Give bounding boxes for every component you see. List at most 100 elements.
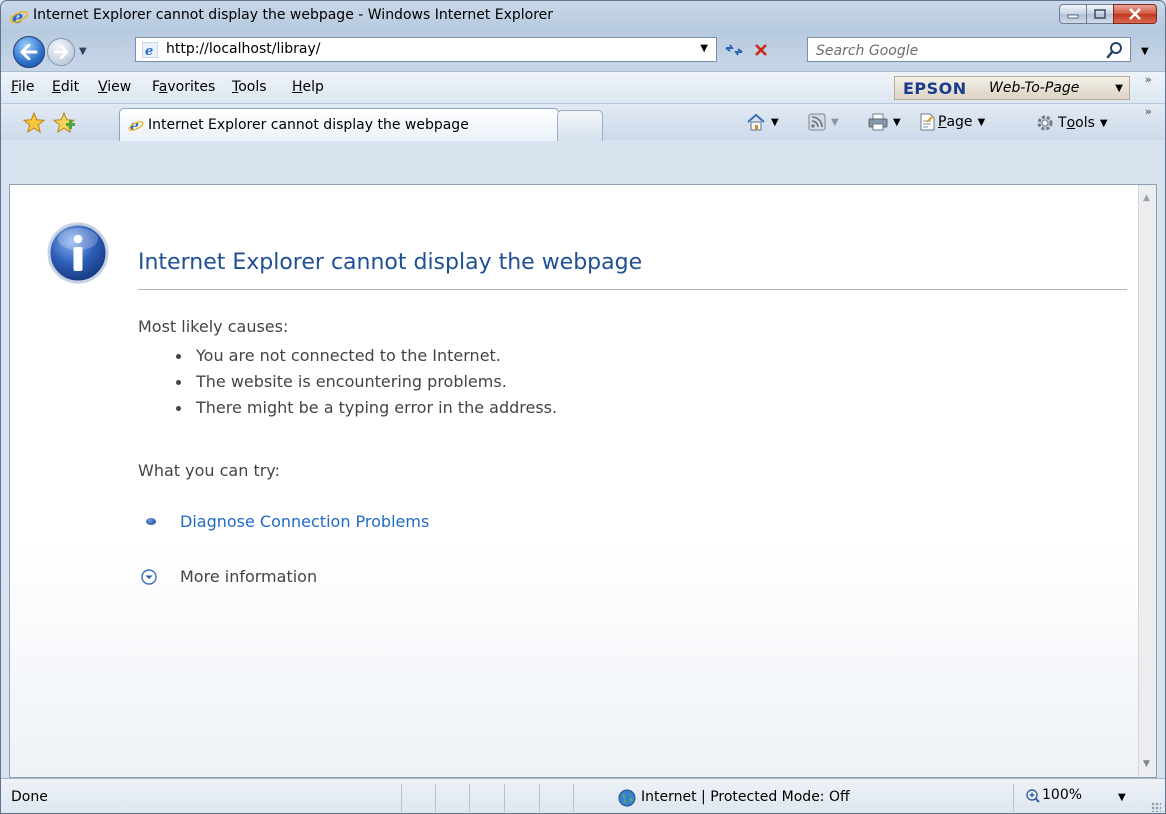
heading-divider (138, 289, 1127, 290)
page-menu-label: age (946, 114, 973, 130)
window-title: Internet Explorer cannot display the web… (33, 7, 554, 23)
status-divider (539, 784, 540, 812)
tools-menu-dropdown[interactable]: ▼ (1100, 118, 1108, 129)
status-divider (435, 784, 436, 812)
address-url: http://localhost/libray/ (166, 41, 321, 57)
page-menu-dropdown[interactable]: ▼ (978, 117, 986, 128)
page-icon-command (920, 113, 935, 131)
status-bar: Done Internet | Protected Mode: Off 100%… (1, 778, 1165, 813)
zoom-level[interactable]: 100% (1042, 787, 1082, 803)
page-menu-key: P (938, 114, 947, 130)
feeds-dropdown[interactable]: ▼ (831, 117, 839, 128)
epson-toolbar[interactable]: EPSON Web-To-Page ▼ (894, 76, 1130, 100)
epson-logo: EPSON (903, 79, 967, 98)
close-icon (1129, 8, 1141, 20)
list-item: There might be a typing error in the add… (173, 395, 557, 421)
tools-menu-prefix: T (1058, 115, 1067, 131)
refresh-icon (725, 44, 743, 56)
title-bar[interactable]: e Internet Explorer cannot display the w… (1, 1, 1165, 31)
forward-arrow-icon (53, 45, 69, 59)
tab-title: Internet Explorer cannot display the web… (148, 117, 469, 133)
close-button[interactable] (1113, 4, 1157, 24)
menu-edit[interactable]: Edit (52, 79, 79, 95)
page-menu-button[interactable]: Page ▼ (918, 113, 985, 131)
try-label: What you can try: (138, 461, 280, 480)
menu-view[interactable]: View (98, 79, 131, 95)
stop-button[interactable] (749, 39, 773, 61)
tab-current-page[interactable]: e Internet Explorer cannot display the w… (119, 108, 559, 141)
search-input[interactable] (808, 38, 1108, 63)
status-divider (1013, 784, 1014, 812)
feeds-icon (808, 113, 826, 131)
home-button[interactable]: ▼ (746, 113, 779, 131)
minimize-icon (1067, 14, 1079, 19)
menu-file[interactable]: File (11, 79, 34, 95)
tab-bar: e Internet Explorer cannot display the w… (1, 103, 1165, 141)
maximize-button[interactable] (1086, 4, 1114, 24)
tools-menu-key: o (1066, 115, 1076, 131)
forward-button[interactable] (47, 38, 75, 66)
page-heading: Internet Explorer cannot display the web… (138, 249, 643, 275)
navigation-bar: ▼ e http://localhost/libray/ ▼ ▼ (1, 31, 1165, 71)
svg-text:e: e (145, 44, 153, 58)
search-options-dropdown[interactable]: ▼ (1141, 46, 1149, 57)
new-tab-button[interactable] (557, 110, 603, 141)
diagnose-connection-link[interactable]: Diagnose Connection Problems (180, 512, 429, 531)
status-divider (573, 784, 574, 812)
toolbar-overflow-chevron-icon[interactable]: » (1145, 73, 1152, 86)
page-icon: e (142, 42, 158, 58)
browser-window: e Internet Explorer cannot display the w… (0, 0, 1166, 814)
menu-favorites[interactable]: Favorites (152, 79, 215, 95)
add-to-favorites-icon[interactable] (53, 112, 77, 134)
scroll-down-arrow-icon[interactable]: ▼ (1143, 759, 1150, 769)
minimize-button[interactable] (1059, 4, 1087, 24)
causes-label: Most likely causes: (138, 317, 289, 336)
scroll-up-arrow-icon[interactable]: ▲ (1143, 193, 1150, 203)
window-controls (1059, 4, 1157, 24)
maximize-icon (1094, 9, 1106, 19)
internet-explorer-icon: e (9, 7, 29, 26)
zoom-dropdown[interactable]: ▼ (1118, 792, 1126, 803)
address-dropdown[interactable]: ▼ (700, 43, 708, 54)
status-divider (469, 784, 470, 812)
search-box[interactable] (807, 37, 1131, 63)
print-dropdown[interactable]: ▼ (893, 117, 901, 128)
status-divider (504, 784, 505, 812)
menu-bar: File Edit View Favorites Tools Help EPSO… (1, 71, 1165, 104)
home-icon (747, 113, 765, 131)
vertical-scrollbar[interactable]: ▲ ▼ (1138, 185, 1156, 777)
web-to-page-button[interactable]: Web-To-Page (989, 80, 1079, 96)
search-icon[interactable] (1106, 41, 1124, 59)
menu-help[interactable]: Help (292, 79, 324, 95)
print-button[interactable]: ▼ (868, 113, 901, 131)
security-zone-text[interactable]: Internet | Protected Mode: Off (641, 789, 850, 805)
gear-icon (1037, 115, 1053, 131)
resize-grip[interactable] (1151, 802, 1161, 812)
more-information-toggle[interactable]: More information (180, 567, 317, 586)
printer-icon (868, 113, 888, 131)
back-arrow-icon (20, 44, 38, 60)
address-bar[interactable]: e http://localhost/libray/ ▼ (135, 37, 717, 62)
favorites-center-star-icon[interactable] (23, 112, 45, 134)
recent-pages-dropdown[interactable]: ▼ (79, 46, 87, 57)
tools-menu-label: ols (1075, 115, 1095, 131)
expand-chevron-icon[interactable] (141, 569, 157, 585)
internet-zone-globe-icon[interactable] (618, 789, 636, 807)
tools-menu-button[interactable]: To ols ▼ (1035, 113, 1108, 133)
menu-tools[interactable]: Tools (232, 79, 267, 95)
status-text: Done (11, 789, 48, 805)
web-to-page-dropdown[interactable]: ▼ (1115, 83, 1123, 94)
refresh-button[interactable] (722, 39, 746, 61)
diagnose-bullet-icon (146, 518, 156, 525)
home-dropdown[interactable]: ▼ (771, 117, 779, 128)
tab-page-icon: e (128, 118, 144, 133)
back-button[interactable] (13, 36, 45, 68)
feeds-button[interactable]: ▼ (808, 113, 839, 131)
command-bar-overflow-chevron-icon[interactable]: » (1145, 105, 1152, 118)
zoom-icon[interactable] (1026, 789, 1040, 803)
information-icon (47, 222, 109, 284)
page-content: Internet Explorer cannot display the web… (9, 184, 1157, 778)
status-divider (401, 784, 402, 812)
list-item: You are not connected to the Internet. (173, 343, 557, 369)
causes-list: You are not connected to the Internet. T… (173, 343, 557, 421)
